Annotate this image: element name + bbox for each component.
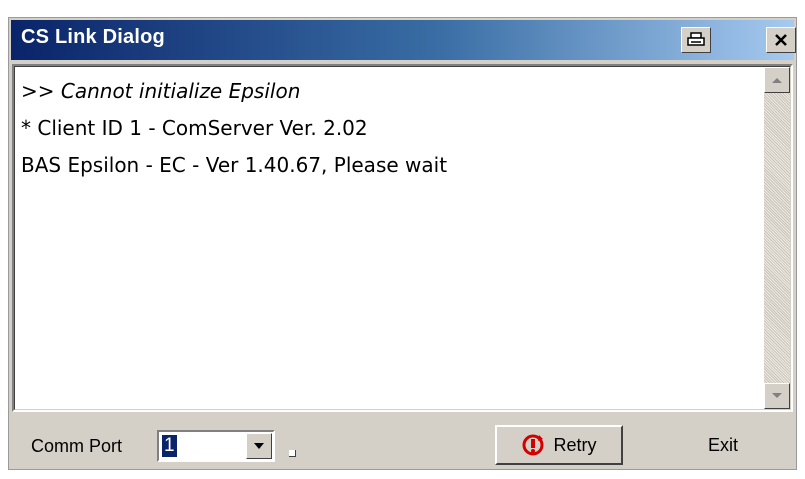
chevron-down-icon	[254, 443, 264, 449]
bottom-bar: Comm Port 1 Retry Exit	[9, 412, 796, 469]
message-list: >> Cannot initialize Epsilon * Client ID…	[21, 73, 760, 184]
message-line: >> Cannot initialize Epsilon	[21, 79, 301, 103]
print-button[interactable]	[681, 27, 711, 53]
retry-button[interactable]: Retry	[495, 425, 623, 465]
close-button[interactable]	[766, 27, 796, 53]
comm-port-value: 1	[162, 435, 177, 457]
comm-port-dropdown-button[interactable]	[246, 433, 272, 459]
retry-icon	[522, 434, 544, 456]
title-bar[interactable]: CS Link Dialog	[11, 20, 796, 60]
vertical-scrollbar[interactable]	[764, 67, 790, 409]
comm-port-label: Comm Port	[31, 436, 123, 456]
print-icon	[687, 32, 705, 46]
resize-grip[interactable]	[289, 450, 296, 457]
comm-port-select[interactable]: 1	[157, 430, 275, 462]
arrow-up-icon	[772, 78, 782, 83]
message-line: * Client ID 1 - ComServer Ver. 2.02	[21, 116, 368, 140]
message-line: BAS Epsilon - EC - Ver 1.40.67, Please w…	[21, 153, 448, 177]
arrow-down-icon	[772, 393, 782, 398]
scroll-up-button[interactable]	[764, 67, 790, 93]
window-title: CS Link Dialog	[21, 26, 165, 48]
cs-link-dialog-window: CS Link Dialog >> Cannot initialize Epsi…	[8, 17, 797, 470]
message-log[interactable]: >> Cannot initialize Epsilon * Client ID…	[12, 64, 793, 412]
exit-label: Exit	[707, 434, 738, 455]
scroll-down-button[interactable]	[764, 383, 790, 409]
close-icon	[775, 34, 787, 46]
exit-button[interactable]: Exit	[685, 425, 761, 465]
retry-label: Retry	[553, 434, 597, 455]
